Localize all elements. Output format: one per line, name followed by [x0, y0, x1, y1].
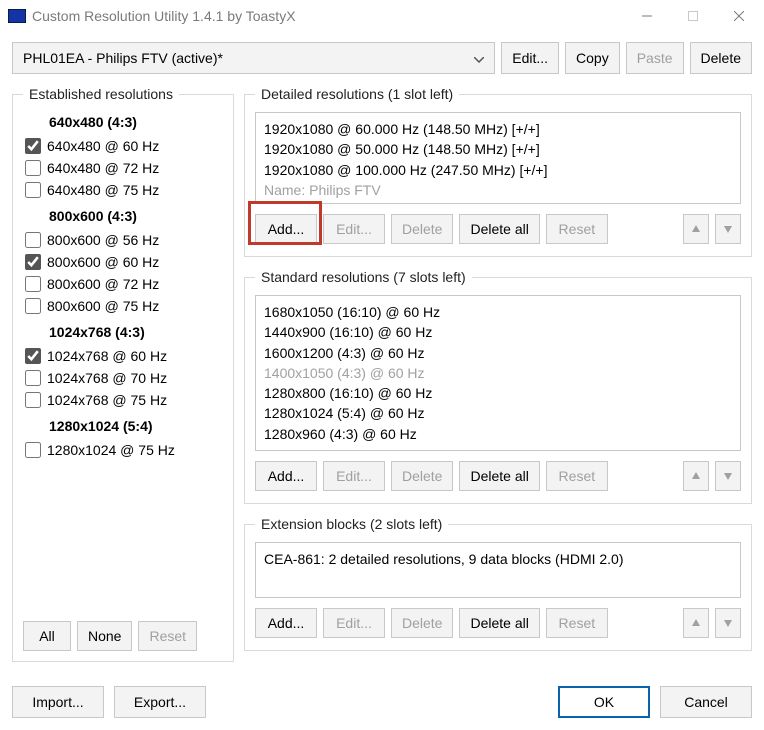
est-head-1024: 1024x768 (4:3) [23, 324, 223, 340]
detailed-add-button[interactable]: Add... [255, 214, 317, 244]
titlebar: Custom Resolution Utility 1.4.1 by Toast… [0, 0, 764, 32]
detailed-delete-button[interactable]: Delete [391, 214, 453, 244]
est-all-button[interactable]: All [23, 621, 71, 651]
ext-add-button[interactable]: Add... [255, 608, 317, 638]
delete-monitor-button[interactable]: Delete [690, 42, 752, 74]
detailed-down-button[interactable] [715, 214, 741, 244]
detailed-legend: Detailed resolutions (1 slot left) [255, 86, 459, 102]
extension-legend: Extension blocks (2 slots left) [255, 516, 448, 532]
standard-fieldset: Standard resolutions (7 slots left) 1680… [244, 269, 752, 504]
monitor-selected: PHL01EA - Philips FTV (active)* [23, 50, 223, 66]
standard-add-button[interactable]: Add... [255, 461, 317, 491]
est-800-60[interactable]: 800x600 @ 60 Hz [23, 254, 223, 270]
monitor-dropdown[interactable]: PHL01EA - Philips FTV (active)* [12, 42, 495, 74]
list-item[interactable]: 1680x1050 (16:10) @ 60 Hz [264, 302, 732, 322]
close-button[interactable] [716, 1, 762, 31]
standard-list[interactable]: 1680x1050 (16:10) @ 60 Hz 1440x900 (16:1… [255, 295, 741, 451]
standard-deleteall-button[interactable]: Delete all [459, 461, 539, 491]
standard-up-button[interactable] [683, 461, 709, 491]
est-reset-button[interactable]: Reset [138, 621, 197, 651]
est-640-75[interactable]: 640x480 @ 75 Hz [23, 182, 223, 198]
extension-fieldset: Extension blocks (2 slots left) CEA-861:… [244, 516, 752, 651]
copy-button[interactable]: Copy [565, 42, 620, 74]
list-item[interactable]: 1440x900 (16:10) @ 60 Hz [264, 322, 732, 342]
export-button[interactable]: Export... [114, 686, 206, 718]
est-800-56[interactable]: 800x600 @ 56 Hz [23, 232, 223, 248]
list-item[interactable]: 1920x1080 @ 50.000 Hz (148.50 MHz) [+/+] [264, 139, 732, 159]
chevron-down-icon [474, 50, 484, 66]
list-item[interactable]: 1280x800 (16:10) @ 60 Hz [264, 383, 732, 403]
est-head-1280: 1280x1024 (5:4) [23, 418, 223, 434]
list-item[interactable]: CEA-861: 2 detailed resolutions, 9 data … [264, 549, 732, 569]
est-head-640: 640x480 (4:3) [23, 114, 223, 130]
established-legend: Established resolutions [23, 86, 179, 102]
ext-reset-button[interactable]: Reset [546, 608, 608, 638]
ext-edit-button[interactable]: Edit... [323, 608, 385, 638]
list-item[interactable]: 1600x1200 (4:3) @ 60 Hz [264, 343, 732, 363]
detailed-edit-button[interactable]: Edit... [323, 214, 385, 244]
cancel-button[interactable]: Cancel [660, 686, 752, 718]
detailed-list[interactable]: 1920x1080 @ 60.000 Hz (148.50 MHz) [+/+]… [255, 112, 741, 204]
standard-delete-button[interactable]: Delete [391, 461, 453, 491]
edit-monitor-button[interactable]: Edit... [501, 42, 559, 74]
standard-down-button[interactable] [715, 461, 741, 491]
detailed-deleteall-button[interactable]: Delete all [459, 214, 539, 244]
established-fieldset: Established resolutions 640x480 (4:3) 64… [12, 86, 234, 662]
est-1024-75[interactable]: 1024x768 @ 75 Hz [23, 392, 223, 408]
est-1280-75[interactable]: 1280x1024 @ 75 Hz [23, 442, 223, 458]
est-800-72[interactable]: 800x600 @ 72 Hz [23, 276, 223, 292]
list-item[interactable]: 1920x1080 @ 60.000 Hz (148.50 MHz) [+/+] [264, 119, 732, 139]
ext-deleteall-button[interactable]: Delete all [459, 608, 539, 638]
est-head-800: 800x600 (4:3) [23, 208, 223, 224]
est-none-button[interactable]: None [77, 621, 132, 651]
est-640-60[interactable]: 640x480 @ 60 Hz [23, 138, 223, 154]
detailed-fieldset: Detailed resolutions (1 slot left) 1920x… [244, 86, 752, 257]
list-item[interactable]: 1920x1080 @ 100.000 Hz (247.50 MHz) [+/+… [264, 160, 732, 180]
detailed-reset-button[interactable]: Reset [546, 214, 608, 244]
detailed-up-button[interactable] [683, 214, 709, 244]
maximize-button[interactable] [670, 1, 716, 31]
standard-edit-button[interactable]: Edit... [323, 461, 385, 491]
ext-down-button[interactable] [715, 608, 741, 638]
est-1024-60[interactable]: 1024x768 @ 60 Hz [23, 348, 223, 364]
list-item[interactable]: 1280x1024 (5:4) @ 60 Hz [264, 403, 732, 423]
app-icon [8, 9, 26, 23]
import-button[interactable]: Import... [12, 686, 104, 718]
extension-list[interactable]: CEA-861: 2 detailed resolutions, 9 data … [255, 542, 741, 598]
est-1024-70[interactable]: 1024x768 @ 70 Hz [23, 370, 223, 386]
ext-up-button[interactable] [683, 608, 709, 638]
list-item[interactable]: 1400x1050 (4:3) @ 60 Hz [264, 363, 732, 383]
ext-delete-button[interactable]: Delete [391, 608, 453, 638]
est-800-75[interactable]: 800x600 @ 75 Hz [23, 298, 223, 314]
window-title: Custom Resolution Utility 1.4.1 by Toast… [32, 8, 624, 24]
minimize-button[interactable] [624, 1, 670, 31]
list-item[interactable]: Name: Philips FTV [264, 180, 732, 200]
est-640-72[interactable]: 640x480 @ 72 Hz [23, 160, 223, 176]
standard-legend: Standard resolutions (7 slots left) [255, 269, 472, 285]
ok-button[interactable]: OK [558, 686, 650, 718]
list-item[interactable]: 1280x960 (4:3) @ 60 Hz [264, 424, 732, 444]
paste-button[interactable]: Paste [626, 42, 684, 74]
standard-reset-button[interactable]: Reset [546, 461, 608, 491]
